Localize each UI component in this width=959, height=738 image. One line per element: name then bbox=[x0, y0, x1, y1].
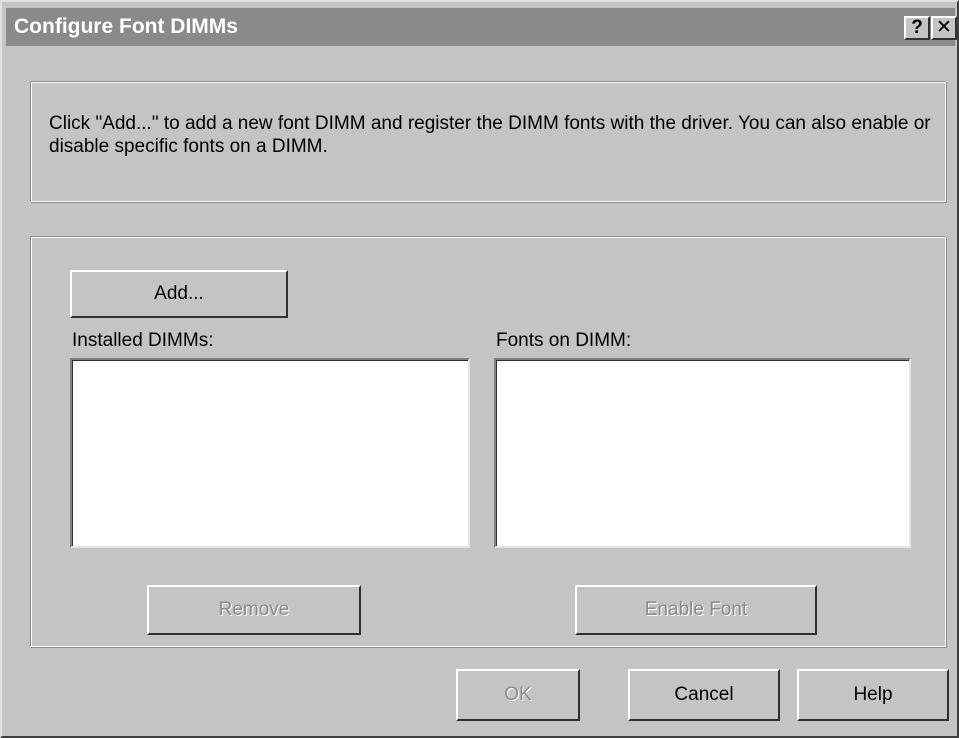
cancel-button[interactable]: Cancel bbox=[628, 669, 780, 721]
configure-font-dimms-dialog: Configure Font DIMMs ? ✕ Click "Add..." … bbox=[0, 0, 959, 738]
enable-font-button[interactable]: Enable Font bbox=[575, 585, 817, 635]
remove-button[interactable]: Remove bbox=[147, 585, 361, 635]
instructions-text: Click "Add..." to add a new font DIMM an… bbox=[49, 113, 931, 157]
help-question-icon[interactable]: ? bbox=[904, 16, 930, 40]
add-button[interactable]: Add... bbox=[70, 270, 288, 318]
installed-dimms-list[interactable] bbox=[70, 358, 470, 548]
close-icon[interactable]: ✕ bbox=[931, 16, 957, 40]
help-button[interactable]: Help bbox=[797, 669, 949, 721]
title-bar[interactable]: Configure Font DIMMs ? ✕ bbox=[6, 8, 957, 46]
installed-dimms-label: Installed DIMMs: bbox=[72, 330, 214, 351]
fonts-on-dimm-label: Fonts on DIMM: bbox=[496, 330, 632, 351]
fonts-on-dimm-list[interactable] bbox=[494, 358, 911, 548]
ok-button[interactable]: OK bbox=[456, 669, 580, 721]
window-title: Configure Font DIMMs bbox=[14, 15, 238, 38]
